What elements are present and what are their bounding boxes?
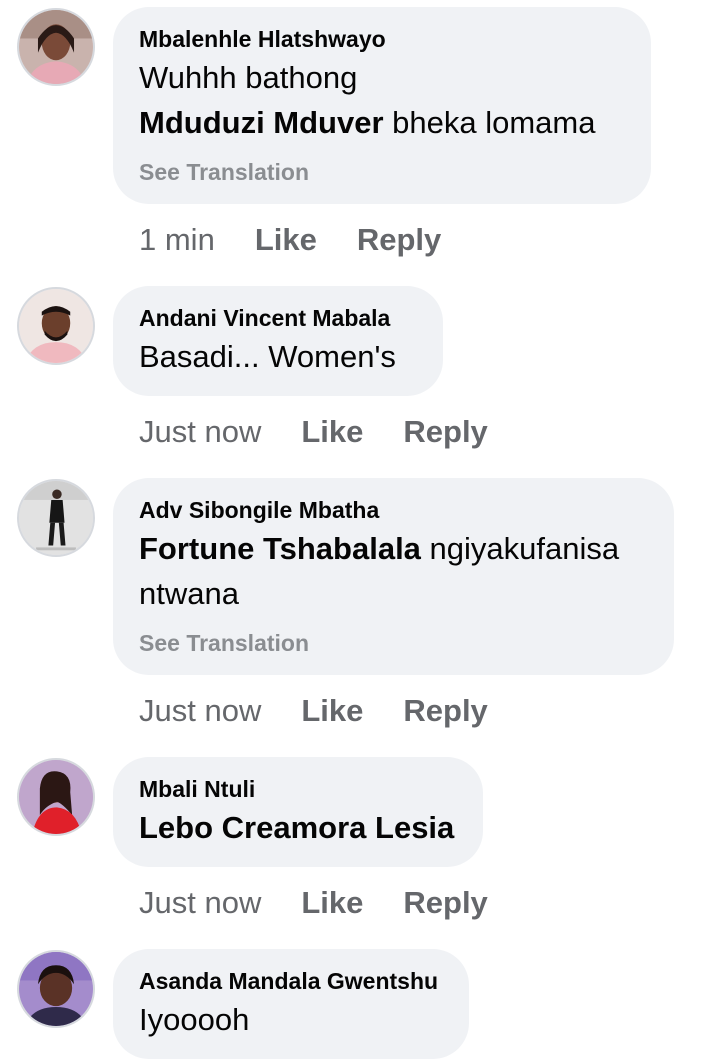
reply-button[interactable]: Reply <box>357 222 441 258</box>
comment-timestamp[interactable]: Just now <box>139 414 261 450</box>
avatar[interactable] <box>17 479 95 557</box>
profile-photo-woman-icon <box>19 10 93 84</box>
avatar[interactable] <box>17 758 95 836</box>
comment-bubble: Mbali Ntuli Lebo Creamora Lesia <box>113 757 483 867</box>
comment-text: Lebo Creamora Lesia <box>139 805 457 850</box>
comment-actions: Just now Like Reply <box>139 885 488 921</box>
see-translation-link[interactable]: See Translation <box>139 629 648 657</box>
avatar[interactable] <box>17 950 95 1028</box>
mention-link[interactable]: Mduduzi Mduver <box>139 105 384 140</box>
avatar[interactable] <box>17 287 95 365</box>
profile-photo-standing-woman-icon <box>19 481 93 555</box>
like-button[interactable]: Like <box>301 885 363 921</box>
profile-photo-man-icon <box>19 289 93 363</box>
comment-actions: 1 min Like Reply <box>139 222 441 258</box>
comment-author[interactable]: Asanda Mandala Gwentshu <box>139 967 443 995</box>
comment-timestamp[interactable]: Just now <box>139 885 261 921</box>
comment-text: Wuhhh bathong Mduduzi Mduver bheka lomam… <box>139 55 625 145</box>
comment-author[interactable]: Adv Sibongile Mbatha <box>139 496 648 524</box>
comment-author[interactable]: Mbali Ntuli <box>139 775 457 803</box>
comment-actions: Just now Like Reply <box>139 693 488 729</box>
comment-text-line: Mduduzi Mduver bheka lomama <box>139 100 625 145</box>
comment-author[interactable]: Andani Vincent Mabala <box>139 304 417 332</box>
comment-bubble: Andani Vincent Mabala Basadi... Women's <box>113 286 443 396</box>
comment-timestamp[interactable]: 1 min <box>139 222 215 258</box>
reply-button[interactable]: Reply <box>403 693 487 729</box>
like-button[interactable]: Like <box>255 222 317 258</box>
comment-timestamp[interactable]: Just now <box>139 693 261 729</box>
comment-text-fragment: bheka lomama <box>383 105 596 140</box>
comment-bubble: Mbalenhle Hlatshwayo Wuhhh bathong Mdudu… <box>113 7 651 204</box>
mention-link[interactable]: Lebo Creamora Lesia <box>139 810 454 845</box>
avatar[interactable] <box>17 8 95 86</box>
like-button[interactable]: Like <box>301 414 363 450</box>
see-translation-link[interactable]: See Translation <box>139 158 625 186</box>
comment-text: Fortune Tshabalala ngiyakufanisa ntwana <box>139 526 648 616</box>
like-button[interactable]: Like <box>301 693 363 729</box>
reply-button[interactable]: Reply <box>403 414 487 450</box>
comment-text-line: ntwana <box>139 576 239 611</box>
mention-link[interactable]: Fortune Tshabalala <box>139 531 421 566</box>
comment-text-line: Fortune Tshabalala ngiyakufanisa <box>139 526 648 571</box>
profile-photo-woman-purple-icon <box>19 952 93 1026</box>
comment-bubble: Adv Sibongile Mbatha Fortune Tshabalala … <box>113 478 674 675</box>
comment-text-fragment: ngiyakufanisa <box>420 531 620 566</box>
comment-text: Iyooooh <box>139 1002 250 1037</box>
reply-button[interactable]: Reply <box>403 885 487 921</box>
comment-bubble: Asanda Mandala Gwentshu Iyooooh <box>113 949 469 1059</box>
comment-text-line: Wuhhh bathong <box>139 60 358 95</box>
comment-text: Basadi... Women's <box>139 339 396 374</box>
profile-photo-woman-red-icon <box>19 760 93 834</box>
comment-author[interactable]: Mbalenhle Hlatshwayo <box>139 25 625 53</box>
comment-actions: Just now Like Reply <box>139 414 488 450</box>
